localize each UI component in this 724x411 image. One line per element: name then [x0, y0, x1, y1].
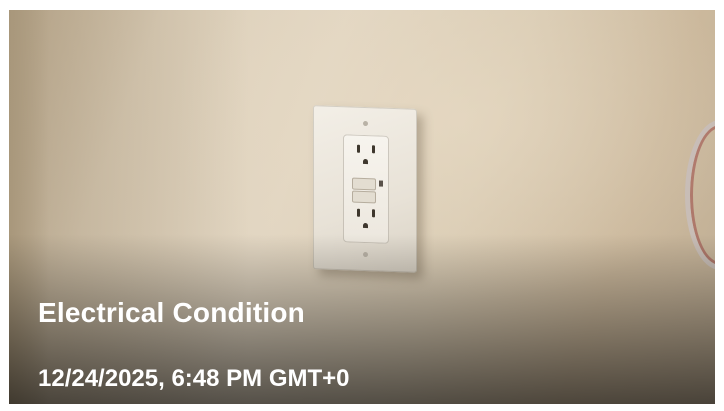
card-title: Electrical Condition: [38, 297, 305, 328]
outlet-slot: [372, 209, 375, 218]
status-led: [379, 180, 383, 187]
plate-screw-top: [363, 120, 368, 127]
outlet-slot: [372, 145, 375, 154]
gfci-outlet: [343, 134, 389, 244]
test-button: [352, 177, 376, 191]
reset-button: [352, 190, 376, 204]
outlet-ground: [363, 222, 368, 229]
photo-card[interactable]: Electrical Condition 12/24/2025, 6:48 PM…: [9, 10, 715, 404]
outlet-slot: [357, 208, 360, 217]
outlet-ground: [363, 158, 368, 165]
outlet-slot: [357, 144, 360, 153]
card-timestamp: 12/24/2025, 6:48 PM GMT+0: [38, 365, 350, 392]
